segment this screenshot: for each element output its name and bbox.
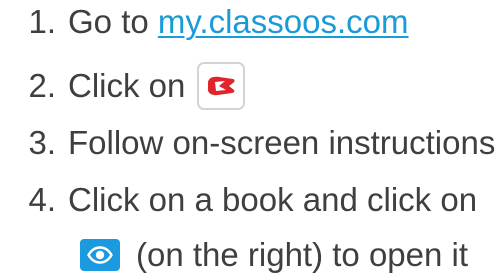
step-text: Click on [68, 67, 186, 104]
step-text: Click on a book and click on [68, 181, 478, 218]
step-4-continuation: (on the right) to open it [136, 235, 468, 275]
classoos-logo-icon [208, 76, 235, 96]
classoos-link[interactable]: my.classoos.com [158, 2, 409, 42]
step-text: Follow on-screen instructions [68, 124, 496, 161]
instructions-list: 1. Go to my.classoos.com 2. Click on 3. … [0, 0, 496, 278]
step-1: 1. Go to my.classoos.com [0, 2, 409, 42]
step-number: 1. [28, 3, 56, 40]
step-number: 3. [28, 124, 56, 161]
view-book-button[interactable] [80, 239, 120, 271]
step-number: 4. [28, 181, 56, 218]
step-2: 2. Click on [0, 62, 246, 110]
step-text: (on the right) to open it [136, 236, 469, 273]
step-3: 3. Follow on-screen instructions [0, 123, 495, 163]
classoos-app-button[interactable] [197, 62, 246, 110]
step-4: 4. Click on a book and click on [0, 180, 477, 220]
step-number: 2. [28, 67, 56, 104]
step-text: Go to [68, 3, 158, 40]
eye-icon [87, 246, 113, 264]
